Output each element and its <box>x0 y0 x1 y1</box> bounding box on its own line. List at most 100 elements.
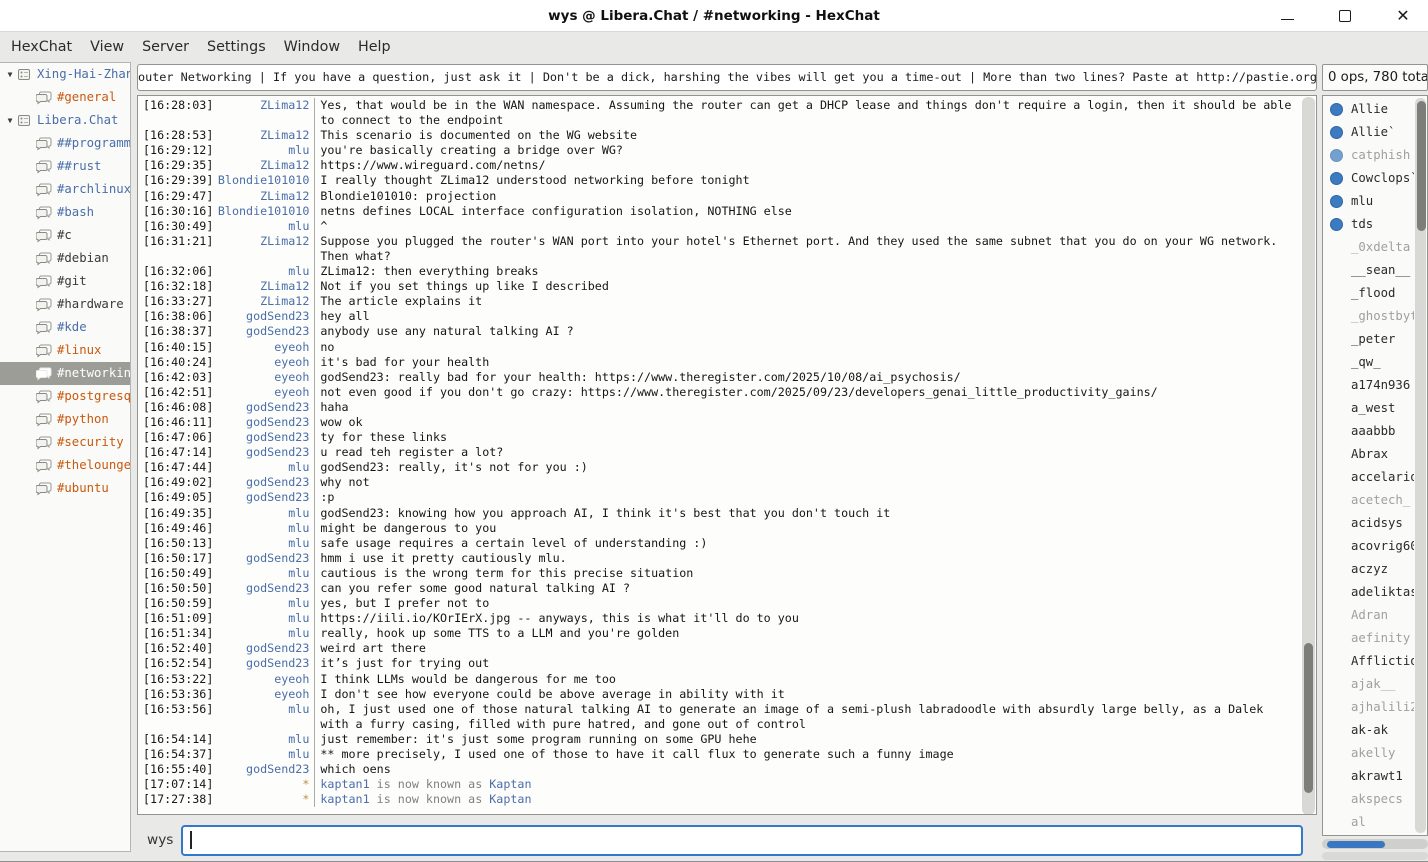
user-item--qw-[interactable]: _qw_ <box>1323 351 1414 374</box>
user-item-aczyz[interactable]: aczyz <box>1323 558 1414 581</box>
network-item-libera-chat[interactable]: ▼Libera.Chat <box>0 109 130 132</box>
channel-item--ubuntu[interactable]: #ubuntu <box>0 477 130 500</box>
minimize-button[interactable] <box>1270 2 1304 30</box>
message-text: netns defines LOCAL interface configurat… <box>314 204 1300 219</box>
menu-hexchat[interactable]: HexChat <box>2 33 81 62</box>
userlist-panel: AllieAllie`catphishCowclops`mlutds_0xdel… <box>1322 95 1428 836</box>
message-nick: godSend23 <box>213 581 309 596</box>
userlist-scrollbar[interactable] <box>1415 98 1426 833</box>
close-button[interactable]: ✕ <box>1386 2 1420 30</box>
user-item-akspecs[interactable]: akspecs <box>1323 788 1414 811</box>
user-item--ghostbyte[interactable]: _ghostbyte <box>1323 305 1414 328</box>
maximize-button[interactable] <box>1328 2 1362 30</box>
user-item--peter[interactable]: _peter <box>1323 328 1414 351</box>
chat-message-row: [16:52:54]godSend23it’s just for trying … <box>138 656 1300 671</box>
user-item-aefinity[interactable]: aefinity <box>1323 627 1414 650</box>
message-text: haha <box>314 400 1300 415</box>
chat-message-row: [16:53:36]eyeohI don't see how everyone … <box>138 687 1300 702</box>
tree-item-label: #git <box>57 270 87 293</box>
user-item-allie[interactable]: Allie <box>1323 98 1414 121</box>
user-item-a-west[interactable]: a_west <box>1323 397 1414 420</box>
tree-expander-icon[interactable]: ▼ <box>3 63 17 86</box>
user-item-acovrig60[interactable]: acovrig60 <box>1323 535 1414 558</box>
chat-scrollbar[interactable] <box>1302 97 1315 815</box>
topic-bar[interactable]: outer Networking | If you have a questio… <box>137 64 1317 91</box>
user-item-adran[interactable]: Adran <box>1323 604 1414 627</box>
message-timestamp: [16:54:37] <box>138 747 213 762</box>
message-input[interactable] <box>181 825 1303 856</box>
user-item-ak-ak[interactable]: ak-ak <box>1323 719 1414 742</box>
user-item-cowclops-[interactable]: Cowclops` <box>1323 167 1414 190</box>
user-item-accelario[interactable]: accelario <box>1323 466 1414 489</box>
user-item-catphish[interactable]: catphish <box>1323 144 1414 167</box>
userlist-scrollbar-thumb[interactable] <box>1417 101 1426 231</box>
user-item--sean-[interactable]: __sean__ <box>1323 259 1414 282</box>
userlist-hscrollbar-track2[interactable] <box>1322 852 1428 860</box>
chat-message-row: [16:49:35]mlugodSend23: knowing how you … <box>138 506 1300 521</box>
message-nick: mlu <box>213 566 309 581</box>
message-timestamp: [16:42:03] <box>138 370 213 385</box>
chat-scrollbar-thumb[interactable] <box>1304 643 1313 794</box>
userlist-hscrollbar-thumb[interactable] <box>1327 841 1385 848</box>
own-nick-label: wys <box>137 832 181 848</box>
channel-item--networking[interactable]: #networking <box>0 362 130 385</box>
message-timestamp: [16:28:03] <box>138 98 213 128</box>
user-item-abrax[interactable]: Abrax <box>1323 443 1414 466</box>
channel-item--debian[interactable]: #debian <box>0 247 130 270</box>
channel-item--linux[interactable]: #linux <box>0 339 130 362</box>
user-item-a174n936[interactable]: a174n936 <box>1323 374 1414 397</box>
message-text: hmm i use it pretty cautiously mlu. <box>314 551 1300 566</box>
user-item-tds[interactable]: tds <box>1323 213 1414 236</box>
user-item-acidsys[interactable]: acidsys <box>1323 512 1414 535</box>
user-item-akrawt1[interactable]: akrawt1 <box>1323 765 1414 788</box>
menu-settings[interactable]: Settings <box>198 33 275 62</box>
message-timestamp: [16:32:06] <box>138 264 213 279</box>
channel-item--python[interactable]: #python <box>0 408 130 431</box>
tree-expander-icon[interactable]: ▼ <box>3 109 17 132</box>
channel-item--security[interactable]: #security <box>0 431 130 454</box>
user-item-al[interactable]: al <box>1323 811 1414 834</box>
menu-server[interactable]: Server <box>133 33 198 62</box>
network-item-xing-hai-zhang[interactable]: ▼Xing-Hai-Zhang <box>0 63 130 86</box>
message-nick: godSend23 <box>213 309 309 324</box>
chat-message-row: [16:51:34]mlureally, hook up some TTS to… <box>138 626 1300 641</box>
user-item-ajhalili2[interactable]: ajhalili2 <box>1323 696 1414 719</box>
user-item-affliction[interactable]: Affliction <box>1323 650 1414 673</box>
user-item-ajak-[interactable]: ajak__ <box>1323 673 1414 696</box>
menu-window[interactable]: Window <box>275 33 349 62</box>
channel-item--programming[interactable]: ##programming <box>0 132 130 155</box>
user-item-adeliktas[interactable]: adeliktas <box>1323 581 1414 604</box>
channel-item--thelounge[interactable]: #thelounge <box>0 454 130 477</box>
user-item--flood[interactable]: _flood <box>1323 282 1414 305</box>
message-timestamp: [16:28:53] <box>138 128 213 143</box>
user-item-acetech-[interactable]: acetech_ <box>1323 489 1414 512</box>
channel-item--bash[interactable]: #bash <box>0 201 130 224</box>
channel-item--rust[interactable]: ##rust <box>0 155 130 178</box>
chat-message-row: [16:33:27]ZLima12The article explains it <box>138 294 1300 309</box>
user-item-mlu[interactable]: mlu <box>1323 190 1414 213</box>
userlist-hscrollbar[interactable] <box>1322 839 1428 849</box>
channel-item--kde[interactable]: #kde <box>0 316 130 339</box>
channel-item--c[interactable]: #c <box>0 224 130 247</box>
channel-item--general[interactable]: #general <box>0 86 130 109</box>
titlebar[interactable]: wys @ Libera.Chat / #networking - HexCha… <box>0 0 1428 32</box>
user-item-akelly[interactable]: akelly <box>1323 742 1414 765</box>
event-nick: Kaptan <box>489 792 531 806</box>
message-text: cautious is the wrong term for this prec… <box>314 566 1300 581</box>
user-item--0xdelta[interactable]: _0xdelta <box>1323 236 1414 259</box>
channel-item--hardware[interactable]: #hardware <box>0 293 130 316</box>
channel-item--git[interactable]: #git <box>0 270 130 293</box>
menu-help[interactable]: Help <box>349 33 400 62</box>
message-text: can you refer some good natural talking … <box>314 581 1300 596</box>
channel-item--archlinux[interactable]: #archlinux <box>0 178 130 201</box>
user-name: aaabbb <box>1351 420 1395 443</box>
channel-item--postgresql[interactable]: #postgresql <box>0 385 130 408</box>
menu-view[interactable]: View <box>81 33 133 62</box>
message-timestamp: [16:38:06] <box>138 309 213 324</box>
tree-item-label: #kde <box>57 316 87 339</box>
message-timestamp: [16:47:44] <box>138 460 213 475</box>
user-item-aaabbb[interactable]: aaabbb <box>1323 420 1414 443</box>
chat-message-row: [16:52:40]godSend23weird art there <box>138 641 1300 656</box>
user-item-allie-[interactable]: Allie` <box>1323 121 1414 144</box>
message-text: just remember: it's just some program ru… <box>314 732 1300 747</box>
